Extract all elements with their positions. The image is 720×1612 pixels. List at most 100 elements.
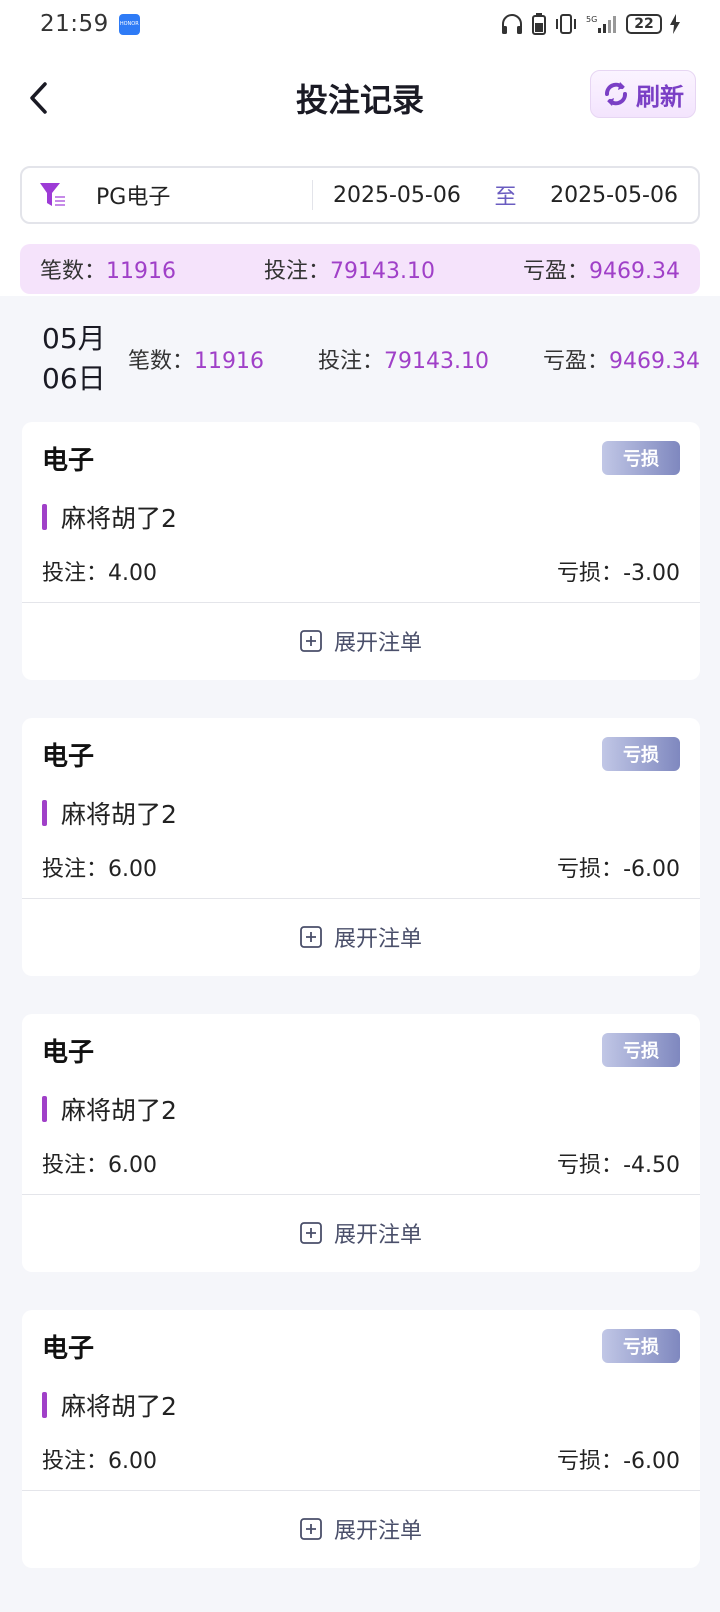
status-badge: 亏损	[602, 441, 680, 475]
summary-bet: 投注：79143.10	[264, 253, 435, 285]
page-title: 投注记录	[295, 81, 424, 119]
amount-row: 投注：6.00 亏损：-6.00	[22, 836, 700, 898]
summary-pl-label: 亏盈：	[522, 259, 589, 284]
expand-bet-button[interactable]: 展开注单	[22, 603, 700, 679]
date-to[interactable]: 2025-05-06	[550, 183, 678, 208]
day-count-label: 笔数：	[128, 349, 195, 374]
bet-amount-value: 6.00	[108, 1449, 157, 1474]
game-name: 麻将胡了2	[61, 504, 177, 533]
summary-bet-value: 79143.10	[330, 259, 435, 284]
summary-count-label: 笔数：	[40, 259, 107, 284]
accent-bar	[42, 504, 47, 530]
game-row: 麻将胡了2	[22, 494, 700, 540]
vibrate-icon	[554, 13, 578, 35]
summary-count-value: 11916	[106, 259, 177, 284]
chevron-left-icon	[30, 82, 47, 114]
day-bet: 投注：79143.10	[318, 343, 489, 375]
battery-indicator: 22	[626, 14, 662, 34]
summary-pl: 亏盈：9469.34	[523, 253, 680, 285]
date-from[interactable]: 2025-05-06	[333, 183, 461, 208]
status-time: 21:59	[40, 11, 109, 37]
charging-icon	[670, 14, 680, 34]
expand-bet-button[interactable]: 展开注单	[22, 899, 700, 975]
day-count-value: 11916	[194, 349, 265, 374]
bet-amount: 投注：4.00	[42, 555, 157, 587]
game-name: 麻将胡了2	[61, 1392, 177, 1421]
record-type: 电子	[42, 1333, 95, 1364]
svg-text:5G: 5G	[586, 15, 597, 24]
expand-label: 展开注单	[333, 1223, 422, 1248]
result-amount-label: 亏损：	[557, 1153, 624, 1178]
accent-bar	[42, 800, 47, 826]
record-header: 电子 亏损	[22, 718, 700, 790]
status-badge: 亏损	[602, 1329, 680, 1363]
category-label: PG电子	[96, 185, 171, 210]
status-left: 21:59 HONOR	[40, 11, 140, 37]
bet-amount-value: 6.00	[108, 857, 157, 882]
summary-bet-label: 投注：	[264, 259, 331, 284]
bet-record-card: 电子 亏损 麻将胡了2 投注：6.00 亏损：-6.00 展开注单	[22, 1310, 700, 1568]
nav-bar: 投注记录 刷新	[0, 48, 720, 148]
plus-square-icon	[300, 630, 322, 652]
accent-bar	[42, 1392, 47, 1418]
bet-amount-value: 4.00	[108, 561, 157, 586]
category-filter[interactable]: PG电子	[22, 179, 312, 211]
signal-icon: 5G	[586, 13, 618, 35]
bet-amount-value: 6.00	[108, 1153, 157, 1178]
expand-label: 展开注单	[333, 1519, 422, 1544]
record-type: 电子	[42, 1037, 95, 1068]
result-amount-value: -4.50	[623, 1153, 680, 1178]
bet-record-card: 电子 亏损 麻将胡了2 投注：6.00 亏损：-6.00 展开注单	[22, 718, 700, 976]
result-amount-value: -6.00	[623, 1449, 680, 1474]
expand-label: 展开注单	[333, 927, 422, 952]
refresh-button[interactable]: 刷新	[590, 70, 696, 118]
result-amount: 亏损：-3.00	[557, 555, 680, 587]
plus-square-icon	[300, 1222, 322, 1244]
filter-bar: PG电子 2025-05-06 至 2025-05-06	[20, 166, 700, 224]
bet-amount-label: 投注：	[42, 1449, 109, 1474]
refresh-icon	[605, 82, 627, 106]
app-notification-icon: HONOR	[118, 13, 140, 35]
record-header: 电子 亏损	[22, 422, 700, 494]
amount-row: 投注：4.00 亏损：-3.00	[22, 540, 700, 602]
battery-small-icon	[532, 13, 546, 35]
plus-square-icon	[300, 1518, 322, 1540]
day-pl-value: 9469.34	[609, 349, 700, 374]
back-button[interactable]	[18, 78, 58, 118]
header-area: 21:59 HONOR 5G 22 投注记录 刷新 PG电子 2025-05-0…	[0, 0, 720, 296]
result-amount-value: -6.00	[623, 857, 680, 882]
day-day: 06日	[42, 362, 106, 395]
amount-row: 投注：6.00 亏损：-6.00	[22, 1428, 700, 1490]
day-date: 05月 06日	[42, 319, 128, 399]
date-range-picker[interactable]: 2025-05-06 至 2025-05-06	[313, 179, 698, 211]
bet-amount-label: 投注：	[42, 561, 109, 586]
result-amount: 亏损：-6.00	[557, 1443, 680, 1475]
expand-bet-button[interactable]: 展开注单	[22, 1491, 700, 1567]
expand-label: 展开注单	[333, 631, 422, 656]
result-amount: 亏损：-6.00	[557, 851, 680, 883]
status-bar: 21:59 HONOR 5G 22	[0, 0, 720, 48]
record-list: 电子 亏损 麻将胡了2 投注：4.00 亏损：-3.00 展开注单 电子 亏损 …	[0, 422, 720, 1568]
accent-bar	[42, 1096, 47, 1122]
day-pl-label: 亏盈：	[542, 349, 609, 374]
result-amount-label: 亏损：	[557, 1449, 624, 1474]
day-group-header: 05月 06日 笔数：11916 投注：79143.10 亏盈：9469.34	[0, 296, 720, 422]
record-type: 电子	[42, 741, 95, 772]
status-badge: 亏损	[602, 1033, 680, 1067]
summary-strip: 笔数：11916 投注：79143.10 亏盈：9469.34	[20, 244, 700, 294]
record-header: 电子 亏损	[22, 1014, 700, 1086]
day-stats: 笔数：11916 投注：79143.10 亏盈：9469.34	[128, 343, 700, 375]
result-amount-value: -3.00	[623, 561, 680, 586]
bet-amount: 投注：6.00	[42, 1443, 157, 1475]
status-right: 5G 22	[500, 13, 680, 35]
bet-record-card: 电子 亏损 麻将胡了2 投注：6.00 亏损：-4.50 展开注单	[22, 1014, 700, 1272]
record-type: 电子	[42, 445, 95, 476]
expand-bet-button[interactable]: 展开注单	[22, 1195, 700, 1271]
day-bet-value: 79143.10	[384, 349, 489, 374]
summary-pl-value: 9469.34	[589, 259, 680, 284]
bet-record-card: 电子 亏损 麻将胡了2 投注：4.00 亏损：-3.00 展开注单	[22, 422, 700, 680]
date-separator: 至	[494, 185, 517, 210]
headphones-icon	[500, 13, 524, 35]
bet-amount-label: 投注：	[42, 1153, 109, 1178]
refresh-label: 刷新	[636, 82, 684, 111]
